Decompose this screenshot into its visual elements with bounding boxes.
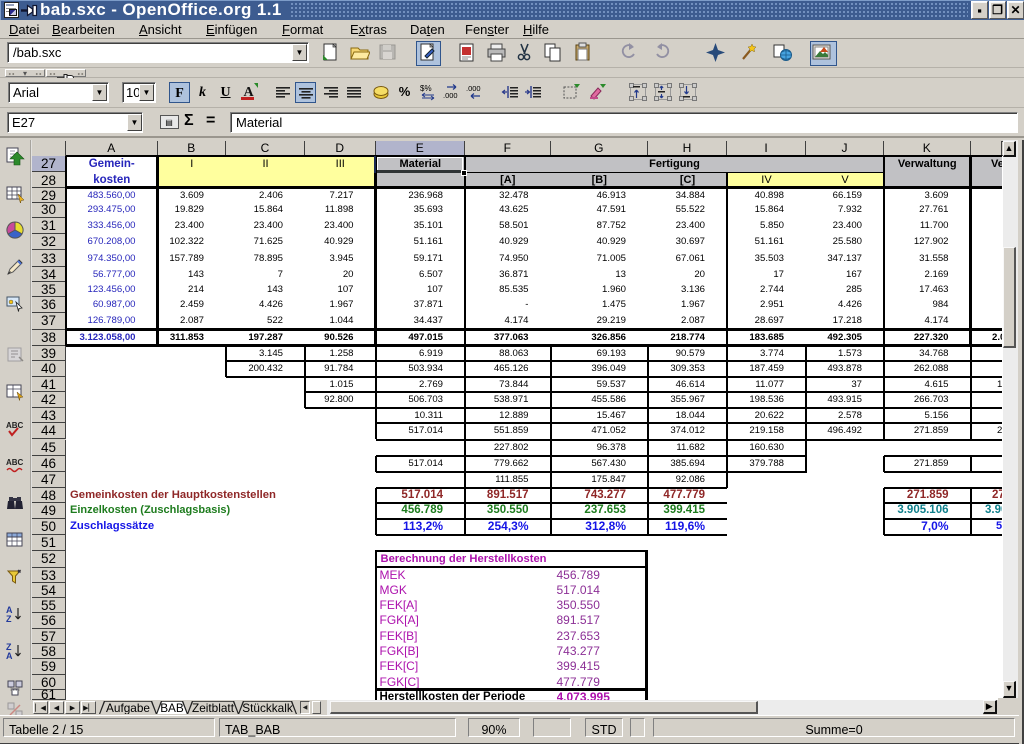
svg-text:$%: $% xyxy=(420,84,432,93)
svg-text:ABC: ABC xyxy=(6,458,24,467)
svg-text:A: A xyxy=(6,651,13,661)
svg-text:Z: Z xyxy=(6,614,12,624)
svg-text:.000: .000 xyxy=(466,84,481,93)
svg-text:.000: .000 xyxy=(443,91,458,100)
svg-text:ABC: ABC xyxy=(6,421,24,430)
